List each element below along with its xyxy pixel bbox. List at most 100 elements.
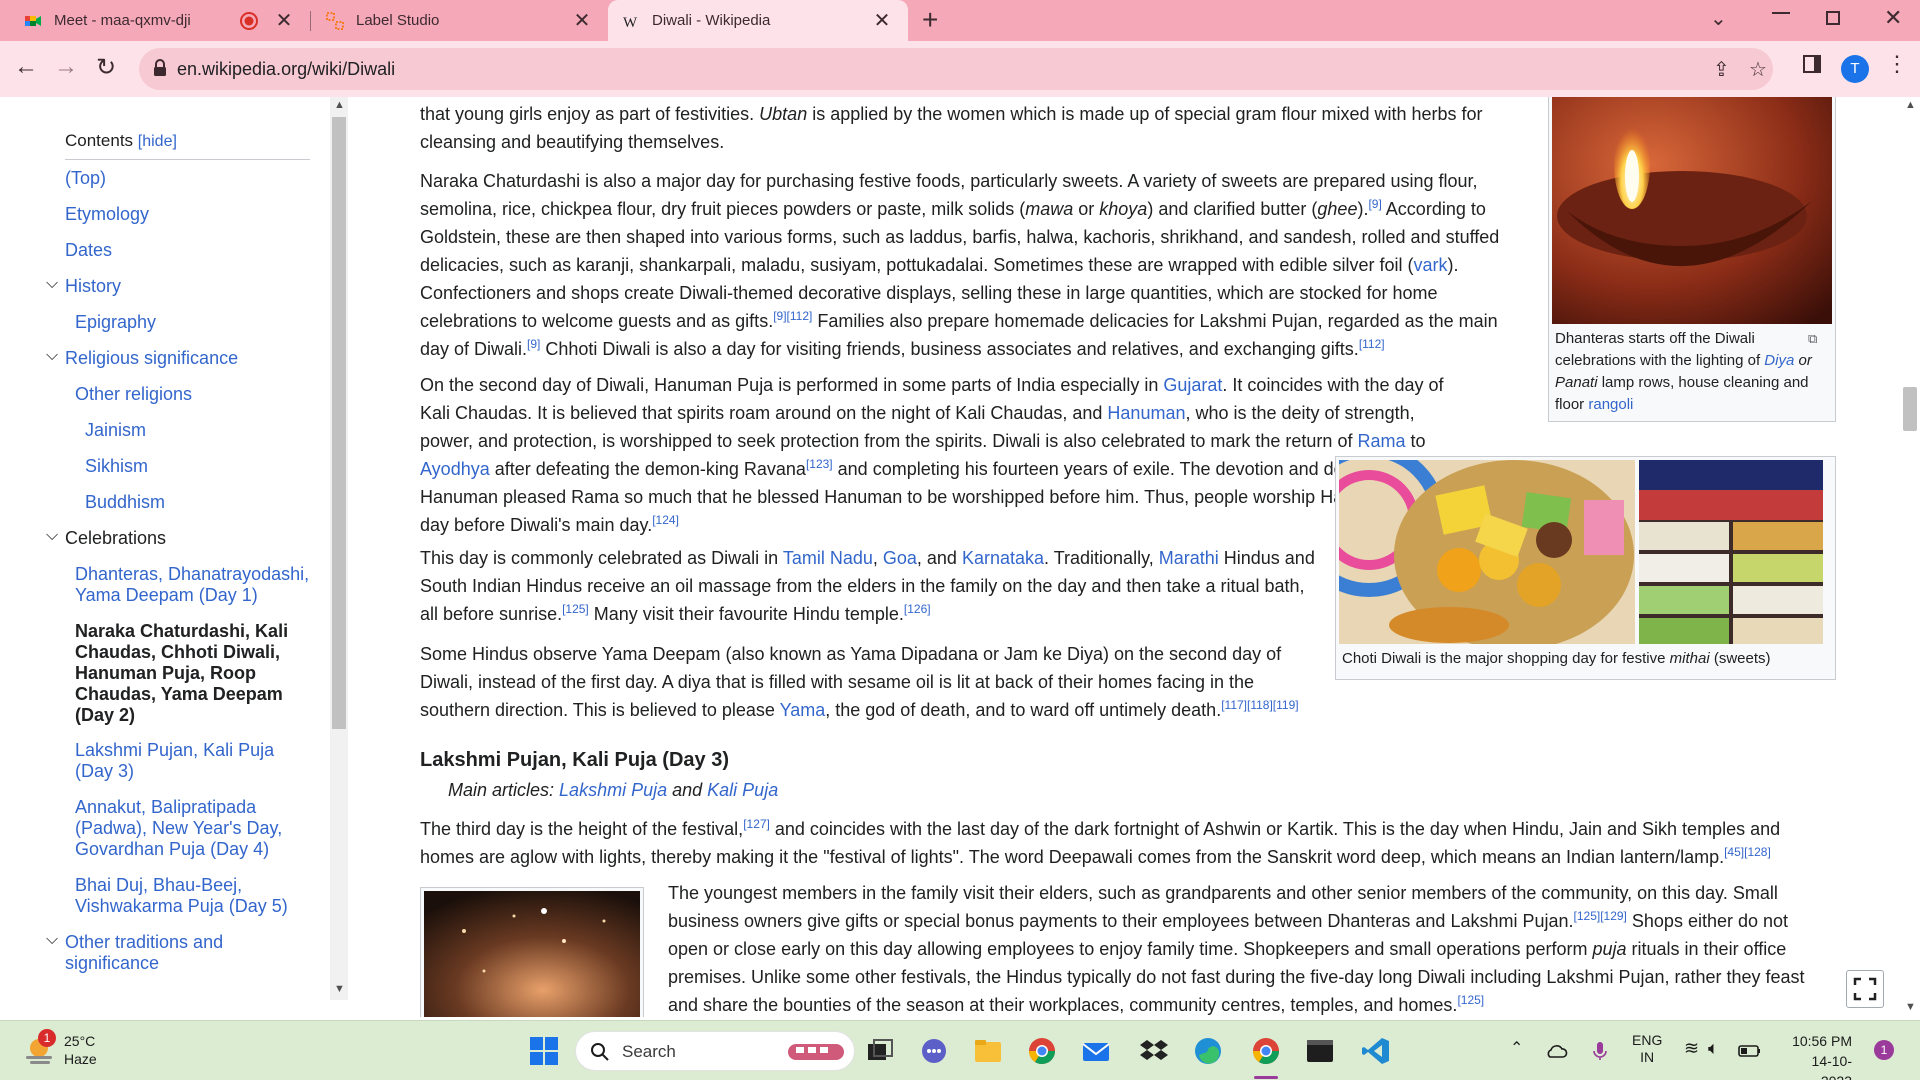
link-marathi[interactable]: Marathi [1159, 548, 1219, 568]
clock[interactable]: 10:56 PM 14-10-2023 [1782, 1031, 1852, 1080]
close-window-icon[interactable]: ✕ [1884, 5, 1902, 31]
windows-start-icon[interactable] [528, 1035, 560, 1067]
chevron-down-icon[interactable]: ⌵ [46, 347, 58, 365]
tab-close-icon[interactable]: ✕ [570, 8, 594, 33]
back-icon[interactable]: ← [14, 53, 38, 81]
link-kali-puja[interactable]: Kali Puja [707, 780, 778, 800]
citation[interactable]: [125][129] [1574, 909, 1627, 923]
tab-meet[interactable]: Meet - maa-qxmv-dji ✕ [10, 0, 310, 41]
link-rangoli[interactable]: rangoli [1588, 396, 1633, 413]
toc-scrollbar[interactable]: ▲ ▼ [330, 97, 348, 1000]
bookmark-star-icon[interactable]: ☆ [1749, 57, 1767, 82]
toc-item-naraka-chaturdashi[interactable]: Naraka Chaturdashi, Kali Chaudas, Chhoti… [75, 621, 325, 726]
tab-label-studio[interactable]: Label Studio ✕ [312, 0, 608, 41]
file-explorer-icon[interactable] [972, 1035, 1004, 1067]
side-panel-icon[interactable] [1803, 55, 1821, 73]
sweets-plate-image[interactable] [1339, 460, 1635, 644]
citation[interactable]: [125] [562, 602, 589, 616]
toc-scrollbar-thumb[interactable] [332, 117, 346, 729]
toc-item-history[interactable]: History [65, 276, 121, 297]
toc-item-other-traditions[interactable]: Other traditions and significance [65, 932, 305, 974]
link-vark[interactable]: vark [1413, 255, 1447, 275]
citation[interactable]: [127] [743, 817, 770, 831]
toc-item-sikhism[interactable]: Sikhism [85, 456, 148, 477]
toc-item-top[interactable]: (Top) [65, 168, 106, 189]
address-bar[interactable]: en.wikipedia.org/wiki/Diwali ⇪ ☆ [139, 48, 1773, 90]
toc-item-dates[interactable]: Dates [65, 240, 112, 261]
chrome-profile-icon[interactable] [1250, 1035, 1282, 1067]
toc-item-etymology[interactable]: Etymology [65, 204, 149, 225]
toc-item-religious-significance[interactable]: Religious significance [65, 348, 238, 369]
link-karnataka[interactable]: Karnataka [962, 548, 1044, 568]
profile-avatar[interactable]: T [1841, 55, 1869, 83]
link-gujarat[interactable]: Gujarat [1163, 375, 1222, 395]
link-tamil-nadu[interactable]: Tamil Nadu [783, 548, 873, 568]
citation[interactable]: [117][118][119] [1221, 698, 1298, 712]
task-view-icon[interactable] [864, 1035, 896, 1067]
tab-close-icon[interactable]: ✕ [272, 8, 296, 33]
link-diya[interactable]: Diya [1764, 352, 1794, 369]
toc-item-dhanteras[interactable]: Dhanteras, Dhanatrayodashi, Yama Deepam … [75, 564, 325, 606]
link-yama[interactable]: Yama [780, 700, 826, 720]
fireworks-image[interactable] [424, 891, 640, 1017]
link-ayodhya[interactable]: Ayodhya [420, 459, 490, 479]
toc-hide-link[interactable]: [hide] [138, 133, 177, 150]
citation[interactable]: [126] [904, 602, 931, 616]
notification-badge[interactable]: 1 [1874, 1040, 1894, 1060]
citation[interactable]: [45][128] [1724, 845, 1771, 859]
reload-icon[interactable]: ↻ [96, 53, 116, 82]
toc-item-buddhism[interactable]: Buddhism [85, 492, 165, 513]
volume-icon[interactable]: 🔈︎ [1708, 1038, 1719, 1059]
share-icon[interactable]: ⇪ [1713, 57, 1730, 82]
forward-icon[interactable]: → [54, 53, 78, 81]
weather-widget[interactable]: 1 25°C Haze [22, 1029, 142, 1071]
scroll-down-arrow-icon[interactable]: ▼ [334, 983, 345, 995]
link-rama[interactable]: Rama [1357, 431, 1405, 451]
scroll-up-arrow-icon[interactable]: ▲ [1905, 99, 1916, 111]
scroll-down-arrow-icon[interactable]: ▼ [1905, 1001, 1916, 1013]
page-scrollbar-thumb[interactable] [1903, 387, 1917, 431]
terminal-icon[interactable] [1304, 1035, 1336, 1067]
microphone-icon[interactable] [1588, 1039, 1612, 1063]
toc-item-epigraphy[interactable]: Epigraphy [75, 312, 156, 333]
toc-item-celebrations[interactable]: Celebrations [65, 528, 166, 549]
toc-item-annakut[interactable]: Annakut, Balipratipada (Padwa), New Year… [75, 797, 315, 860]
diya-lamp-image[interactable] [1552, 97, 1832, 324]
link-lakshmi-puja[interactable]: Lakshmi Puja [559, 780, 667, 800]
mail-icon[interactable] [1080, 1035, 1112, 1067]
edge-icon[interactable] [1192, 1035, 1224, 1067]
dropbox-icon[interactable] [1138, 1035, 1170, 1067]
tab-close-icon[interactable]: ✕ [870, 8, 894, 33]
minimize-icon[interactable] [1772, 12, 1790, 14]
tab-diwali-wikipedia[interactable]: W Diwali - Wikipedia ✕ [608, 0, 908, 41]
citation[interactable]: [9][112] [773, 309, 812, 323]
toc-item-lakshmi-pujan[interactable]: Lakshmi Pujan, Kali Puja (Day 3) [75, 740, 315, 782]
new-tab-button[interactable]: + [922, 4, 938, 36]
battery-icon[interactable] [1738, 1041, 1762, 1061]
citation[interactable]: [112] [1359, 337, 1385, 351]
toc-item-bhai-duj[interactable]: Bhai Duj, Bhau-Beej, Vishwakarma Puja (D… [75, 875, 315, 917]
wifi-icon[interactable]: ≋ [1684, 1038, 1699, 1059]
chevron-down-icon[interactable]: ⌵ [46, 527, 58, 545]
fullscreen-toggle-button[interactable] [1846, 970, 1884, 1008]
citation[interactable]: [125] [1457, 993, 1484, 1007]
scroll-up-arrow-icon[interactable]: ▲ [334, 99, 345, 111]
show-hidden-icons-chevron[interactable]: ⌃ [1510, 1038, 1523, 1058]
toc-item-jainism[interactable]: Jainism [85, 420, 146, 441]
link-hanuman[interactable]: Hanuman [1107, 403, 1185, 423]
chrome-icon[interactable] [1026, 1035, 1058, 1067]
citation[interactable]: [9] [1368, 197, 1381, 211]
onedrive-cloud-icon[interactable] [1544, 1039, 1568, 1063]
enlarge-icon[interactable]: ⧉ [1808, 325, 1817, 353]
citation[interactable]: [124] [652, 513, 679, 527]
link-goa[interactable]: Goa [883, 548, 917, 568]
restore-icon[interactable] [1826, 11, 1840, 25]
language-indicator[interactable]: ENG IN [1632, 1032, 1662, 1066]
teams-chat-icon[interactable] [918, 1035, 950, 1067]
toc-item-other-religions[interactable]: Other religions [75, 384, 192, 405]
taskbar-search-box[interactable]: Search [575, 1031, 855, 1071]
chevron-down-icon[interactable]: ⌵ [46, 275, 58, 293]
page-scrollbar[interactable]: ▲ ▼ [1900, 97, 1920, 1017]
citation[interactable]: [9] [527, 337, 540, 351]
vscode-icon[interactable] [1360, 1035, 1392, 1067]
